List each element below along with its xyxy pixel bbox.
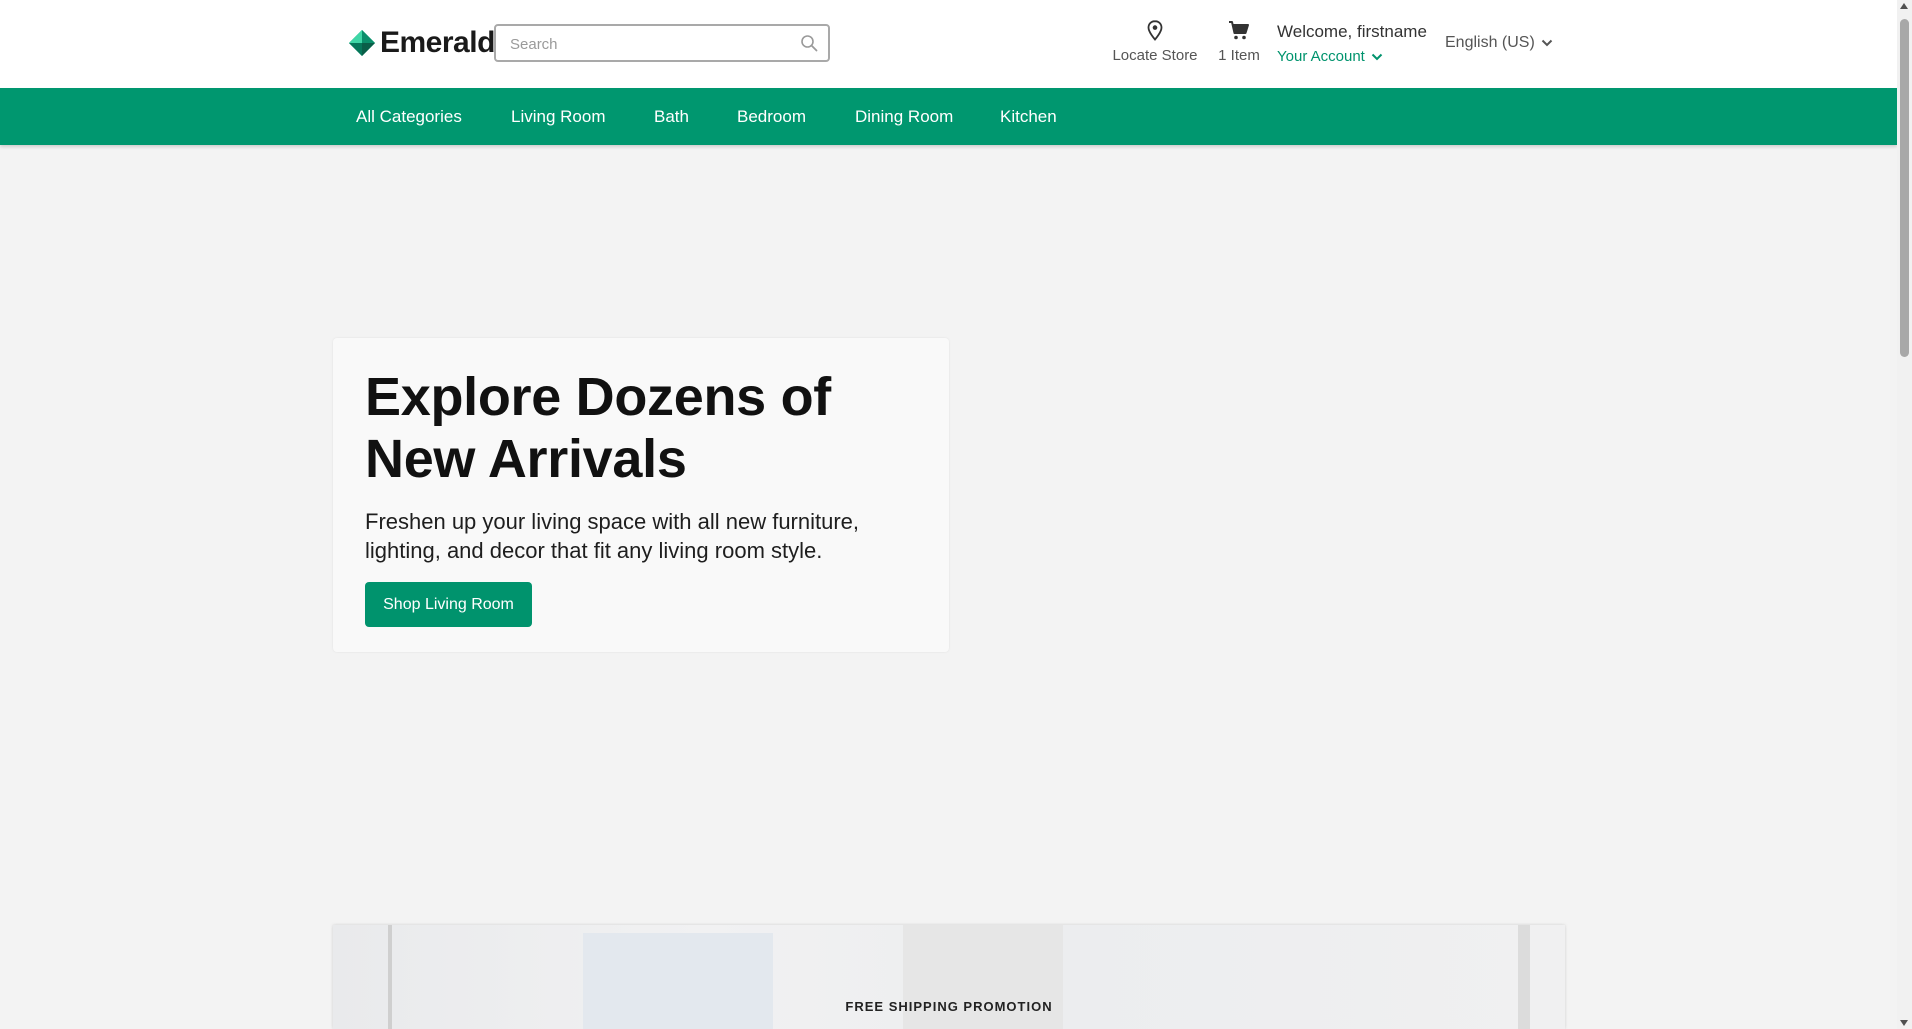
scroll-down-arrow-icon[interactable] — [1900, 1020, 1908, 1026]
account-label: Your Account — [1277, 48, 1365, 65]
cart-link[interactable]: 1 Item — [1214, 20, 1264, 64]
shop-living-room-button[interactable]: Shop Living Room — [365, 582, 532, 627]
hero-card: Explore Dozens of New Arrivals Freshen u… — [333, 338, 949, 652]
brand-name: Emerald — [380, 26, 495, 59]
search-box[interactable] — [494, 24, 830, 62]
nav-item-all-categories[interactable]: All Categories — [356, 88, 462, 145]
locate-store-link[interactable]: Locate Store — [1105, 20, 1205, 64]
locate-store-label: Locate Store — [1112, 47, 1198, 64]
nav-item-bath[interactable]: Bath — [654, 88, 689, 145]
page-scrollbar[interactable] — [1897, 0, 1912, 1029]
search-input[interactable] — [508, 26, 792, 62]
brand-logo[interactable]: Emerald — [348, 26, 495, 60]
hero-description: Freshen up your living space with all ne… — [365, 509, 860, 563]
language-label: English (US) — [1445, 34, 1535, 51]
promo-banner[interactable]: FREE SHIPPING PROMOTION — [333, 925, 1565, 1029]
nav-item-kitchen[interactable]: Kitchen — [1000, 88, 1057, 145]
cart-count-label: 1 Item — [1218, 47, 1260, 64]
chevron-down-icon — [1371, 53, 1383, 60]
nav-item-living-room[interactable]: Living Room — [511, 88, 606, 145]
promo-label: FREE SHIPPING PROMOTION — [845, 999, 1053, 1014]
hero-title: Explore Dozens of New Arrivals — [365, 367, 831, 489]
nav-item-bedroom[interactable]: Bedroom — [737, 88, 806, 145]
nav-item-dining-room[interactable]: Dining Room — [855, 88, 953, 145]
scrollbar-thumb[interactable] — [1900, 19, 1909, 357]
language-selector[interactable]: English (US) — [1445, 34, 1553, 52]
scroll-up-arrow-icon[interactable] — [1900, 3, 1908, 9]
account-menu-button[interactable]: Your Account — [1277, 48, 1383, 65]
welcome-text: Welcome, firstname — [1277, 22, 1427, 41]
search-icon[interactable] — [800, 34, 818, 52]
site-header: Emerald Locate Store 1 Item Welcome, fir… — [0, 0, 1897, 88]
cart-icon — [1229, 21, 1249, 40]
banner-image-detail — [583, 933, 773, 1029]
location-pin-icon — [1147, 20, 1163, 41]
emerald-gem-icon — [349, 30, 375, 56]
category-nav: All Categories Living Room Bath Bedroom … — [0, 88, 1897, 145]
chevron-down-icon — [1541, 39, 1553, 47]
